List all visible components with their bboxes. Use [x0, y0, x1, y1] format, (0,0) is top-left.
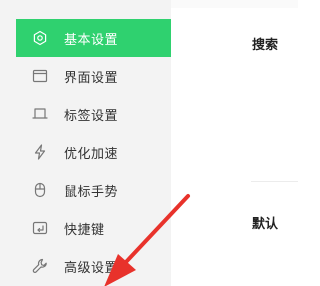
sidebar-item-advanced-settings[interactable]: 高级设置: [16, 247, 171, 285]
sidebar-item-label: 高级设置: [64, 260, 119, 276]
sidebar-item-shortcuts[interactable]: 快捷键: [16, 209, 171, 247]
lightning-icon: [31, 143, 49, 161]
sidebar-item-basic-settings[interactable]: 基本设置: [16, 19, 171, 57]
sidebar-item-mouse-gestures[interactable]: 鼠标手势: [16, 171, 171, 209]
mouse-icon: [31, 181, 49, 199]
sidebar-item-label: 基本设置: [64, 32, 119, 48]
hexagon-settings-icon: [31, 29, 49, 47]
sidebar-item-label: 标签设置: [64, 108, 119, 124]
section-divider: [251, 181, 298, 182]
window-icon: [31, 67, 49, 85]
sidebar-item-label: 界面设置: [64, 70, 119, 86]
sidebar-item-label: 优化加速: [64, 146, 119, 162]
settings-sidebar: 基本设置 界面设置 标签设置 优化加速 鼠标手势 快捷键 高级设置: [0, 0, 171, 286]
sidebar-item-label: 鼠标手势: [64, 184, 119, 200]
content-top-strip: [171, 0, 298, 8]
sidebar-item-tab-settings[interactable]: 标签设置: [16, 95, 171, 133]
tab-icon: [31, 105, 49, 123]
wrench-icon: [31, 257, 49, 275]
settings-content: 搜索 默认: [171, 0, 298, 286]
default-section-label: 默认: [252, 217, 279, 232]
sidebar-item-label: 快捷键: [64, 222, 105, 238]
sidebar-item-optimize-accelerate[interactable]: 优化加速: [16, 133, 171, 171]
sidebar-item-interface-settings[interactable]: 界面设置: [16, 57, 171, 95]
search-section-label: 搜索: [252, 38, 279, 53]
keyboard-shortcut-icon: [31, 219, 49, 237]
